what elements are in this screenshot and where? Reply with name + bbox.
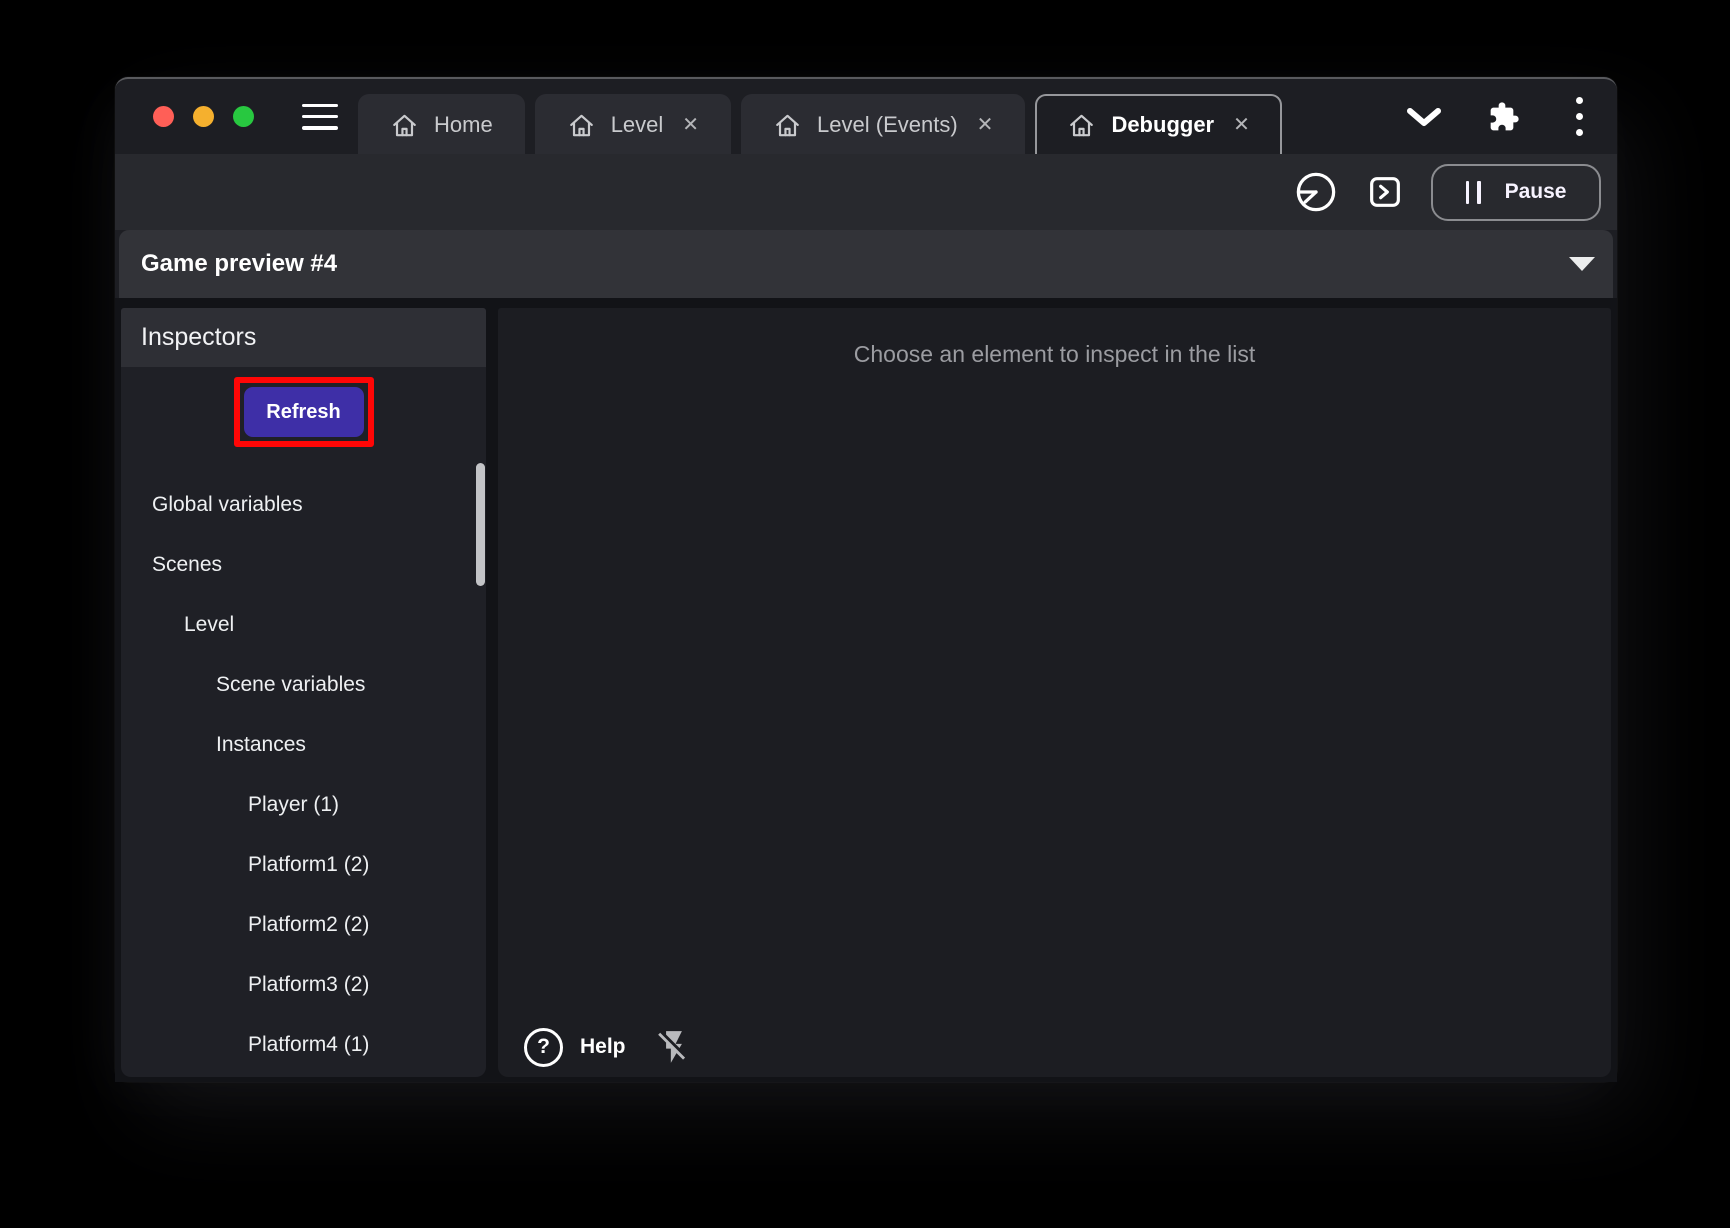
window-minimize-button[interactable]	[193, 106, 214, 127]
help-circle-icon[interactable]: ?	[524, 1028, 563, 1067]
tree-item-platform4-1[interactable]: Platform4 (1)	[121, 1015, 486, 1075]
puzzle-extension-icon[interactable]	[1488, 101, 1520, 133]
home-icon	[390, 111, 419, 140]
tab-level[interactable]: Level ✕	[535, 94, 731, 154]
tree-item-player-1[interactable]: Player (1)	[121, 775, 486, 835]
tree-item-label: Scenes	[152, 553, 222, 576]
tree-item-scenes[interactable]: Scenes	[121, 535, 486, 595]
debugger-toolbar: Pause	[115, 154, 1617, 230]
tab-close-icon[interactable]: ✕	[1229, 115, 1250, 135]
tree-item-level[interactable]: Level	[121, 595, 486, 655]
window-close-button[interactable]	[153, 106, 174, 127]
pause-label: Pause	[1505, 180, 1567, 204]
debugger-content: Inspectors Refresh Global variables Scen…	[115, 298, 1617, 1082]
tree-item-label: Platform2 (2)	[248, 913, 369, 936]
tree-item-platform1-2[interactable]: Platform1 (2)	[121, 835, 486, 895]
pause-button[interactable]: Pause	[1431, 164, 1601, 221]
home-icon	[773, 111, 802, 140]
tree-item-platform2-2[interactable]: Platform2 (2)	[121, 895, 486, 955]
inspectors-panel: Inspectors Refresh Global variables Scen…	[121, 308, 486, 1077]
tab-bar: Home ✕ Level ✕	[115, 79, 1617, 154]
tab-label: Level (Events)	[817, 112, 958, 138]
tab-level-events[interactable]: Level (Events) ✕	[741, 94, 1025, 154]
tab-label: Level	[611, 112, 664, 138]
tab-debugger[interactable]: Debugger ✕	[1035, 94, 1281, 154]
tree-item-label: Level	[184, 613, 234, 636]
help-label[interactable]: Help	[580, 1035, 626, 1059]
app-window: Home ✕ Level ✕	[115, 77, 1617, 1082]
tree-item-global-variables[interactable]: Global variables	[121, 475, 486, 535]
tree-item-label: Scene variables	[216, 673, 365, 696]
refresh-button[interactable]: Refresh	[244, 387, 364, 437]
home-icon	[567, 111, 596, 140]
profiler-gauge-icon[interactable]	[1293, 169, 1339, 215]
window-zoom-button[interactable]	[233, 106, 254, 127]
tab-label: Home	[434, 112, 493, 138]
scrollbar-thumb[interactable]	[476, 463, 485, 586]
empty-state-message: Choose an element to inspect in the list	[498, 341, 1611, 368]
traffic-lights	[153, 106, 254, 127]
tree-item-label: Instances	[216, 733, 306, 756]
tree-item-label: Platform4 (1)	[248, 1033, 369, 1056]
home-icon	[1067, 111, 1096, 140]
pause-icon	[1466, 181, 1481, 204]
game-preview-title: Game preview #4	[141, 250, 337, 278]
console-icon[interactable]	[1365, 172, 1405, 212]
tab-strip: Home ✕ Level ✕	[358, 94, 1282, 154]
tab-close-icon[interactable]: ✕	[973, 115, 994, 135]
tree-item-label: Player (1)	[248, 793, 339, 816]
tree-item-scene-variables[interactable]: Scene variables	[121, 655, 486, 715]
inspectors-header: Inspectors	[121, 308, 486, 367]
tree-item-platform3-2[interactable]: Platform3 (2)	[121, 955, 486, 1015]
tab-close-icon[interactable]: ✕	[678, 115, 699, 135]
flash-off-icon[interactable]	[655, 1028, 693, 1066]
game-preview-header[interactable]: Game preview #4	[119, 230, 1613, 298]
tree-item-label: Global variables	[152, 493, 303, 516]
inspector-detail-panel: Choose an element to inspect in the list…	[498, 308, 1611, 1077]
main-menu-icon[interactable]	[302, 104, 338, 130]
annotation-highlight-box: Refresh	[234, 377, 374, 447]
tree-item-label: Platform1 (2)	[248, 853, 369, 876]
tab-home[interactable]: Home ✕	[358, 94, 525, 154]
help-row: ? Help	[524, 1026, 693, 1068]
tree-item-label: Platform3 (2)	[248, 973, 369, 996]
inspectors-title: Inspectors	[141, 323, 256, 352]
kebab-menu-icon[interactable]	[1576, 97, 1587, 136]
screen: Home ✕ Level ✕	[0, 0, 1730, 1228]
caret-down-icon[interactable]	[1569, 257, 1595, 271]
tree-item-instances[interactable]: Instances	[121, 715, 486, 775]
chevron-down-icon[interactable]	[1406, 106, 1442, 128]
tab-label: Debugger	[1111, 112, 1214, 138]
